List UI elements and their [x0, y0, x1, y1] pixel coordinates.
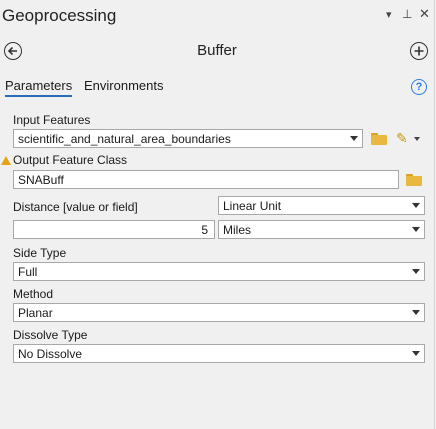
- help-icon[interactable]: ?: [411, 79, 427, 95]
- chevron-down-icon: [412, 310, 420, 315]
- add-icon: [414, 46, 424, 56]
- method-value: Planar: [18, 306, 53, 320]
- distance-unit-value: Miles: [223, 223, 252, 237]
- close-icon[interactable]: ✕: [419, 6, 430, 22]
- output-feature-class-value: SNABuff: [18, 173, 64, 187]
- pin-icon[interactable]: ⊥: [402, 7, 412, 21]
- tab-environments[interactable]: Environments: [84, 78, 163, 93]
- tool-title: Buffer: [197, 42, 237, 59]
- input-features-value: scientific_and_natural_area_boundaries: [18, 132, 231, 146]
- pane-title: Geoprocessing: [2, 6, 117, 25]
- distance-type-select[interactable]: Linear Unit: [218, 196, 425, 215]
- method-select[interactable]: Planar: [13, 303, 425, 322]
- input-features-label: Input Features: [13, 113, 91, 127]
- warning-icon: [1, 156, 11, 165]
- side-type-value: Full: [18, 265, 38, 279]
- side-type-label: Side Type: [13, 246, 67, 260]
- method-label: Method: [13, 287, 54, 301]
- folder-icon[interactable]: [371, 133, 387, 145]
- tool-tabs: Parameters Environments: [0, 78, 434, 100]
- dissolve-type-select[interactable]: No Dissolve: [13, 344, 425, 363]
- chevron-down-icon: [412, 269, 420, 274]
- chevron-down-icon: [412, 351, 420, 356]
- folder-icon[interactable]: [406, 174, 422, 186]
- output-feature-class-label: Output Feature Class: [13, 153, 128, 167]
- tool-header: Buffer: [0, 38, 434, 66]
- geoprocessing-pane: Geoprocessing ▾ ⊥ ✕ Buffer Parameters En…: [0, 0, 435, 429]
- distance-unit-select[interactable]: Miles: [218, 220, 425, 239]
- chevron-down-icon: [412, 227, 420, 232]
- dropdown-arrow-icon[interactable]: ▾: [386, 8, 392, 21]
- distance-value-input[interactable]: 5: [13, 220, 215, 239]
- distance-label: Distance [value or field]: [13, 200, 138, 214]
- chevron-down-icon[interactable]: [414, 137, 420, 141]
- dissolve-type-value: No Dissolve: [18, 347, 83, 361]
- add-button[interactable]: [410, 42, 428, 60]
- distance-value: 5: [201, 223, 208, 237]
- pane-titlebar: Geoprocessing ▾ ⊥ ✕: [0, 0, 434, 32]
- tab-parameters[interactable]: Parameters: [5, 78, 73, 97]
- input-features-select[interactable]: scientific_and_natural_area_boundaries: [13, 129, 363, 148]
- side-type-select[interactable]: Full: [13, 262, 425, 281]
- chevron-down-icon: [412, 203, 420, 208]
- distance-type-value: Linear Unit: [223, 199, 282, 213]
- output-feature-class-input[interactable]: SNABuff: [13, 170, 399, 189]
- dissolve-type-label: Dissolve Type: [13, 328, 88, 342]
- pencil-icon[interactable]: ✎: [396, 130, 408, 147]
- chevron-down-icon: [350, 136, 358, 141]
